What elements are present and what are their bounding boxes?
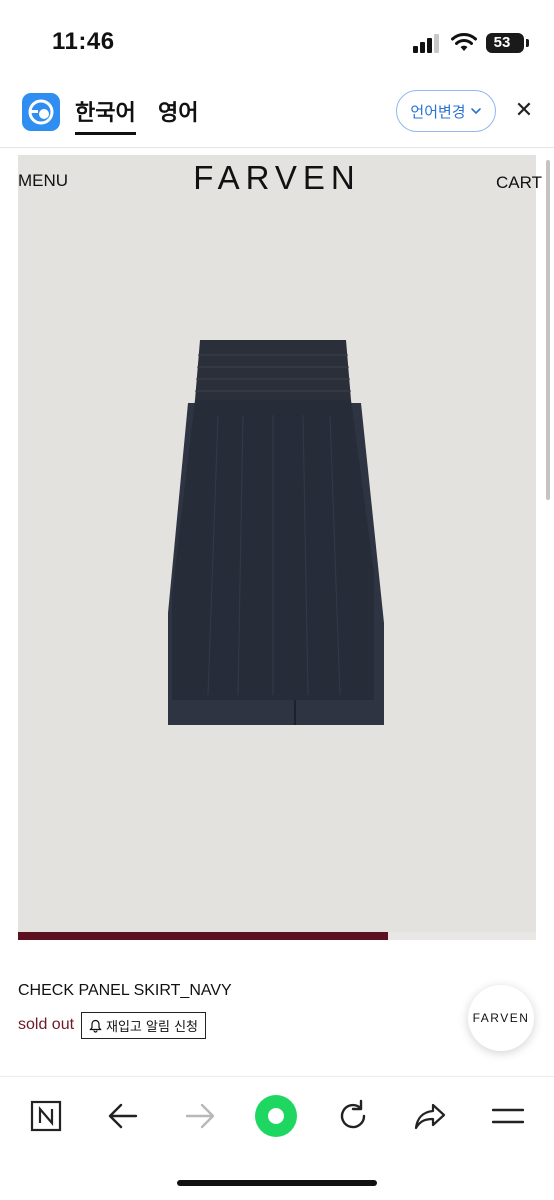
back-arrow-icon[interactable] <box>101 1094 145 1138</box>
reload-icon[interactable] <box>331 1094 375 1138</box>
naver-n-icon[interactable] <box>24 1094 68 1138</box>
restock-alert-label: 재입고 알림 신청 <box>106 1020 198 1035</box>
tab-english[interactable]: 영어 <box>158 95 198 135</box>
change-language-label: 언어변경 <box>410 102 466 121</box>
menu-icon[interactable] <box>486 1094 530 1138</box>
restock-alert-button[interactable]: 재입고 알림 신청 <box>81 1012 206 1039</box>
brand-logo[interactable]: FARVEN <box>0 159 554 197</box>
skirt-image <box>168 340 384 725</box>
product-image[interactable] <box>18 155 536 932</box>
signal-icon <box>413 33 441 53</box>
tab-korean[interactable]: 한국어 <box>75 95 136 135</box>
page-scrollbar[interactable] <box>546 160 550 500</box>
image-slider-progress <box>18 932 536 940</box>
translate-bar: 한국어 영어 언어변경 ✕ <box>0 80 554 148</box>
close-translate-button[interactable]: ✕ <box>510 97 538 125</box>
status-bar: 11:46 53 <box>0 0 554 80</box>
change-language-button[interactable]: 언어변경 <box>396 90 496 132</box>
green-dot-icon[interactable] <box>254 1094 298 1138</box>
site-header: MENU FARVEN CART <box>0 155 554 205</box>
cart-button[interactable]: CART <box>496 173 542 193</box>
translate-app-logo-icon <box>22 93 60 131</box>
wifi-icon <box>451 33 477 51</box>
forward-arrow-icon[interactable] <box>178 1094 222 1138</box>
home-indicator <box>177 1180 377 1186</box>
product-name: CHECK PANEL SKIRT_NAVY <box>18 982 232 999</box>
status-time: 11:46 <box>52 28 115 55</box>
floating-brand-button[interactable]: FARVEN <box>468 985 534 1051</box>
share-icon[interactable] <box>408 1094 452 1138</box>
chevron-down-icon <box>470 108 481 115</box>
battery-icon: 53 <box>486 33 524 53</box>
battery-level: 53 <box>493 34 511 51</box>
sold-out-status: sold out <box>18 1016 75 1033</box>
battery-tip <box>526 39 529 47</box>
image-slider-progress-fill <box>18 932 389 940</box>
bell-icon <box>89 1019 102 1033</box>
